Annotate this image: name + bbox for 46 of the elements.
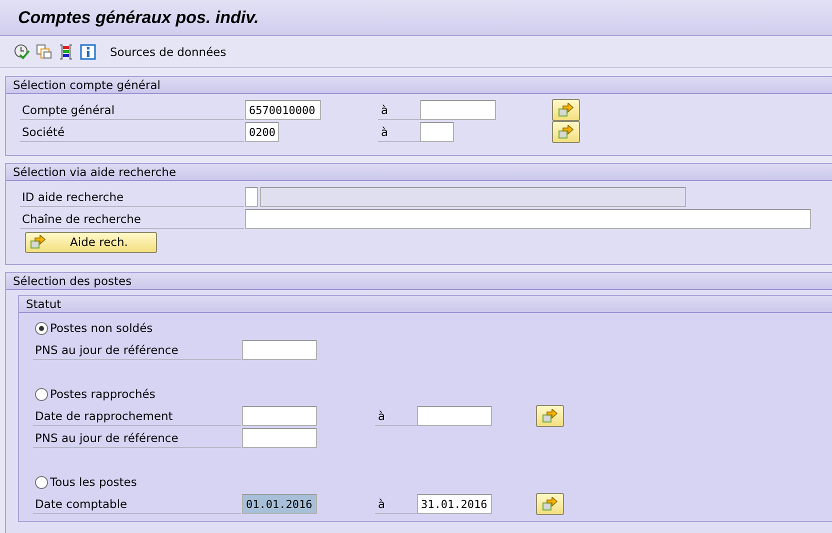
input-field[interactable] [245,209,811,229]
search-help-button[interactable]: Aide rech. [25,232,157,252]
section-header: Sélection via aide recherche [6,164,832,181]
window-title: Comptes généraux pos. indiv. [18,8,259,28]
input-field[interactable] [242,406,317,426]
info-icon[interactable] [80,44,96,60]
multiple-selection-button[interactable] [536,493,564,515]
radio-button[interactable] [35,476,48,488]
data-sources-button[interactable]: Sources de données [102,44,226,58]
field-label: Chaîne de recherche [20,209,244,229]
input-field[interactable]: 01.01.2016 [242,494,317,514]
multiple-selection-button[interactable] [536,405,564,427]
arrow-icon [542,497,558,511]
arrow-icon [30,235,46,249]
section-header: Sélection des postes [6,273,832,290]
input-field[interactable] [420,100,496,120]
color-bars-icon[interactable] [58,44,74,60]
field-label: ID aide recherche [20,187,244,207]
field-label: PNS au jour de référence [33,340,241,360]
radio-label: Tous les postes [50,475,137,489]
input-field[interactable]: 6570010000 [245,100,321,120]
input-field[interactable] [245,187,258,207]
radio-label: Postes rapprochés [50,387,156,401]
group-header: Statut [19,296,832,313]
multiple-selection-button[interactable] [552,99,580,121]
input-field[interactable] [242,428,317,448]
input-field[interactable]: 0200 [245,122,279,142]
radio-button[interactable] [35,388,48,400]
field-label: Compte général [20,100,244,120]
arrow-icon [558,125,574,139]
field-label: Société [20,122,244,142]
field-label: PNS au jour de référence [33,428,241,448]
input-field[interactable]: 31.01.2016 [417,494,492,514]
arrow-icon [542,409,558,423]
radio-button[interactable] [35,322,48,334]
section-header: Sélection compte général [6,77,832,94]
field-label: Date comptable [33,494,241,514]
radio-label: Postes non soldés [50,321,153,335]
input-field[interactable] [242,340,317,360]
input-field[interactable] [420,122,454,142]
input-field[interactable] [417,406,492,426]
multiple-selection-button[interactable] [552,121,580,143]
clock-check-icon[interactable] [14,44,30,60]
field-label: Date de rapprochement [33,406,241,426]
copy-icon[interactable] [36,44,52,60]
arrow-icon [558,103,574,117]
